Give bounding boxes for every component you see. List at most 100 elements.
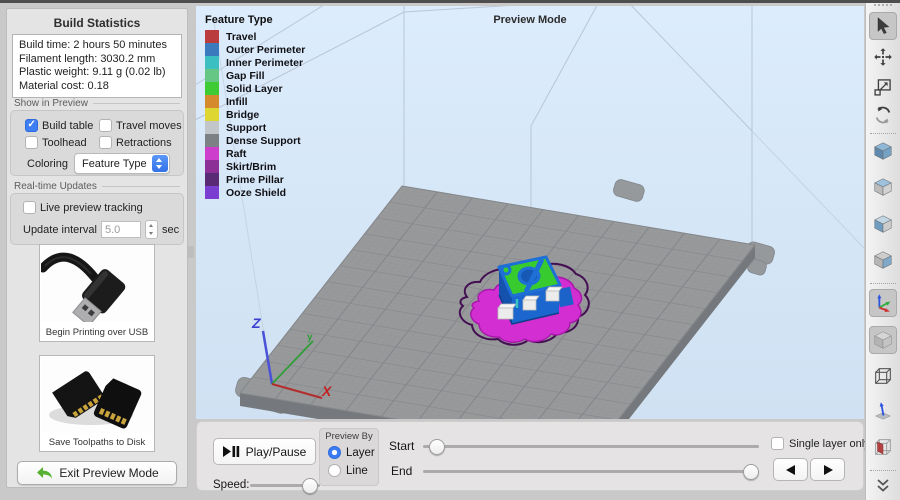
next-layer-button[interactable]: [810, 458, 845, 481]
feature-type-legend: Feature Type Travel Outer Perimeter Inne…: [205, 14, 305, 199]
view-side-button[interactable]: [869, 246, 897, 274]
usb-button-caption: Begin Printing over USB: [40, 327, 154, 338]
x-axis-label: X: [321, 383, 333, 399]
radio-button[interactable]: [328, 464, 341, 477]
checkbox-box[interactable]: [771, 437, 784, 450]
cursor-icon: [873, 16, 893, 36]
end-label: End: [391, 464, 412, 478]
checkbox-box[interactable]: [23, 201, 36, 214]
view-front-button[interactable]: [869, 210, 897, 238]
coloring-select-value: Feature Type: [75, 158, 151, 170]
legend-swatch: [205, 121, 219, 134]
green-back-arrow-icon: [35, 466, 53, 480]
realtime-updates-group: Live preview tracking Update interval se…: [10, 193, 184, 245]
stat-build-time: Build time: 2 hours 50 minutes: [19, 39, 175, 53]
coloring-select[interactable]: Feature Type: [74, 153, 170, 174]
coloring-label: Coloring: [27, 158, 68, 170]
checkbox-live-preview-tracking[interactable]: Live preview tracking: [23, 201, 143, 214]
save-toolpaths-disk-button[interactable]: Save Toolpaths to Disk: [39, 355, 155, 452]
right-triangle-icon: [823, 465, 833, 475]
speed-slider[interactable]: [250, 484, 320, 487]
cursor-tool-button[interactable]: [869, 12, 897, 40]
legend-item: Prime Pillar: [205, 173, 305, 186]
toolbar-drag-handle[interactable]: [874, 4, 894, 8]
toolbar-separator: [870, 470, 896, 471]
checkbox-box[interactable]: [25, 119, 38, 132]
checkbox-travel-moves[interactable]: Travel moves: [99, 119, 182, 132]
previous-layer-button[interactable]: [773, 458, 808, 481]
end-slider-handle[interactable]: [743, 464, 759, 480]
left-triangle-icon: [786, 465, 796, 475]
preview-control-bar: Play/Pause Speed: Preview By Layer Line …: [196, 421, 864, 491]
radio-layer[interactable]: Layer: [328, 446, 375, 459]
view-top-button[interactable]: [869, 173, 897, 201]
wireframe-cube-icon: [872, 365, 894, 387]
show-wireframe-button[interactable]: [869, 362, 897, 390]
checkbox-single-layer-only[interactable]: Single layer only: [771, 437, 870, 450]
toolbar-separator: [870, 283, 896, 284]
view-toolbar: [865, 3, 900, 500]
panel-splitter-handle[interactable]: [188, 246, 194, 258]
checkbox-build-table[interactable]: Build table: [25, 119, 93, 132]
play-pause-icon: [223, 446, 240, 457]
scale-tool-button[interactable]: [869, 73, 897, 101]
legend-title: Feature Type: [205, 14, 305, 26]
start-slider-handle[interactable]: [429, 439, 445, 455]
legend-item: Dense Support: [205, 134, 305, 147]
collapse-chevrons-icon: [875, 478, 891, 493]
exit-preview-mode-button[interactable]: Exit Preview Mode: [17, 461, 177, 485]
build-stats-box: Build time: 2 hours 50 minutes Filament …: [12, 34, 182, 98]
solid-model-icon: [872, 329, 894, 351]
radio-button[interactable]: [328, 446, 341, 459]
end-slider[interactable]: [423, 470, 759, 473]
update-interval-input[interactable]: [101, 221, 141, 238]
legend-item: Infill: [205, 95, 305, 108]
legend-swatch: [205, 173, 219, 186]
show-axes-button[interactable]: [869, 289, 897, 317]
stepper-icon[interactable]: [145, 220, 158, 239]
legend-item: Ooze Shield: [205, 186, 305, 199]
legend-swatch: [205, 30, 219, 43]
stat-material-cost: Material cost: 0.18: [19, 80, 175, 94]
move-tool-button[interactable]: [869, 43, 897, 71]
preview-3d-viewport[interactable]: Z y X Preview Mode Feature Type Travel O…: [196, 6, 864, 419]
play-pause-button[interactable]: Play/Pause: [213, 438, 316, 465]
show-solid-model-button[interactable]: [869, 326, 897, 354]
radio-line[interactable]: Line: [328, 464, 368, 477]
checkbox-label: Live preview tracking: [40, 202, 143, 214]
checkbox-box[interactable]: [25, 136, 38, 149]
show-in-preview-group: Build table Travel moves Toolhead Retrac…: [10, 110, 184, 176]
stat-filament-length: Filament length: 3030.2 mm: [19, 53, 175, 67]
update-interval-unit: sec: [162, 224, 179, 236]
start-slider[interactable]: [423, 445, 759, 448]
rotate-icon: [873, 105, 893, 125]
legend-item: Support: [205, 121, 305, 134]
checkbox-retractions[interactable]: Retractions: [99, 136, 172, 149]
view-iso-button[interactable]: [869, 137, 897, 165]
preview-by-group: Preview By Layer Line: [319, 428, 379, 486]
legend-item: Bridge: [205, 108, 305, 121]
preview-by-label: Preview By: [320, 431, 378, 442]
legend-item: Skirt/Brim: [205, 160, 305, 173]
view-cube-front-icon: [872, 213, 894, 235]
usb-cable-image: [41, 246, 153, 322]
legend-swatch: [205, 108, 219, 121]
rotate-tool-button[interactable]: [869, 101, 897, 129]
view-cube-top-icon: [872, 176, 894, 198]
checkbox-toolhead[interactable]: Toolhead: [25, 136, 87, 149]
cross-section-button[interactable]: [869, 433, 897, 461]
collapse-toolbar-button[interactable]: [869, 474, 897, 496]
checkbox-label: Build table: [42, 120, 93, 132]
show-normals-button[interactable]: [869, 397, 897, 425]
begin-printing-usb-button[interactable]: Begin Printing over USB: [39, 244, 155, 342]
start-label: Start: [389, 439, 414, 453]
checkbox-label: Travel moves: [116, 120, 182, 132]
checkbox-box[interactable]: [99, 136, 112, 149]
speed-slider-handle[interactable]: [302, 478, 318, 494]
legend-item: Solid Layer: [205, 82, 305, 95]
legend-swatch: [205, 43, 219, 56]
scale-icon: [873, 77, 893, 97]
show-in-preview-label: Show in Preview: [14, 98, 180, 109]
checkbox-box[interactable]: [99, 119, 112, 132]
cross-section-icon: [872, 436, 894, 458]
